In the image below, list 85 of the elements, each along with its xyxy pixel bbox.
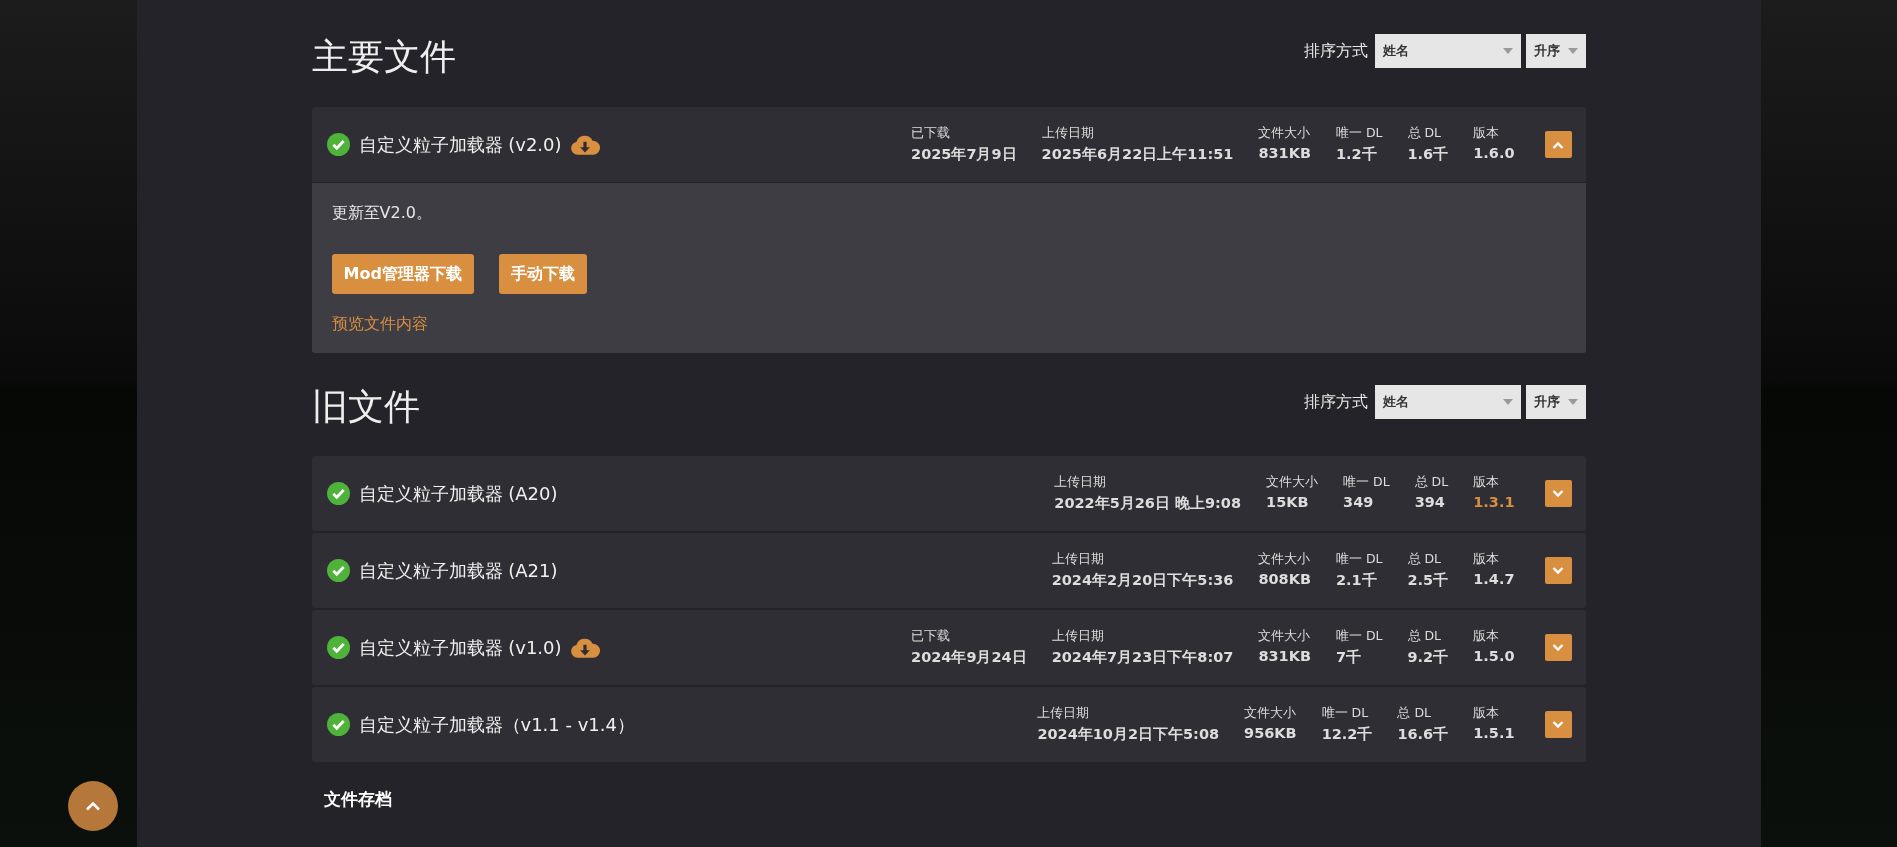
stat-value: 2024年2月20日下午5:36 (1051, 571, 1234, 590)
stat-label: 唯一 DL (1343, 474, 1390, 491)
stat-value: 2024年9月24日 (911, 648, 1027, 667)
stat-label: 上传日期 (1054, 474, 1108, 491)
stat-value: 349 (1343, 494, 1375, 510)
stat-value: 956KB (1244, 725, 1297, 741)
stat-value: 808KB (1258, 571, 1311, 587)
section-title: 旧文件 (311, 385, 420, 429)
chevron-up-icon (85, 801, 101, 811)
sort-order-dropdown[interactable]: 升序 (1525, 34, 1586, 68)
file-name: 自定义粒子加载器 (v2.0) (358, 132, 562, 157)
stat-label: 上传日期 (1041, 125, 1095, 142)
stat-label: 文件大小 (1258, 628, 1311, 645)
stat-label: 版本 (1473, 474, 1501, 491)
stat-value: 1.5.0 (1473, 648, 1515, 664)
stat-label: 总 DL (1407, 125, 1443, 142)
stat-value: 12.2千 (1321, 725, 1373, 744)
caret-icon (1502, 48, 1513, 54)
file-name: 自定义粒子加载器 (A20) (358, 481, 558, 506)
stat-label: 文件大小 (1266, 474, 1319, 491)
stat-label: 版本 (1473, 551, 1501, 568)
stat-label: 版本 (1473, 705, 1501, 722)
stat-label: 上传日期 (1051, 628, 1105, 645)
file-name: 自定义粒子加载器（v1.1 - v1.4） (358, 712, 635, 737)
stat-value: 16.6千 (1397, 725, 1449, 744)
stat-label: 文件大小 (1258, 551, 1311, 568)
stat-value: 831KB (1258, 145, 1311, 161)
preview-link[interactable]: 预览文件内容 (331, 314, 428, 335)
stat-label: 总 DL (1407, 551, 1443, 568)
stat-value: 1.2千 (1335, 145, 1378, 164)
stat-label: 总 DL (1407, 628, 1443, 645)
file-description: 更新至V2.0。 (331, 203, 433, 224)
stat-label: 版本 (1473, 125, 1501, 142)
stat-label: 已下载 (911, 628, 952, 645)
chevron-icon (1552, 720, 1564, 729)
toggle-button[interactable] (1544, 634, 1572, 661)
sort-order-dropdown[interactable]: 升序 (1525, 385, 1586, 419)
stat-label: 唯一 DL (1335, 628, 1383, 645)
stat-label: 文件大小 (1258, 125, 1311, 142)
caret-icon (1567, 48, 1578, 54)
stat-label: 上传日期 (1051, 551, 1105, 568)
stat-value: 7千 (1335, 648, 1363, 667)
stat-value: 15KB (1266, 494, 1310, 510)
stat-value: 1.6.0 (1473, 145, 1515, 161)
chevron-icon (1552, 489, 1564, 498)
toggle-button[interactable] (1544, 131, 1572, 158)
caret-icon (1502, 399, 1513, 405)
stat-value: 2024年10月2日下午5:08 (1037, 725, 1220, 744)
stat-label: 文件大小 (1244, 705, 1297, 722)
stat-label: 唯一 DL (1335, 125, 1383, 142)
stat-label: 总 DL (1397, 705, 1432, 722)
toggle-button[interactable] (1544, 480, 1572, 507)
stat-value: 831KB (1258, 648, 1311, 664)
stat-label: 总 DL (1414, 474, 1449, 491)
archive-title: 文件存档 (323, 788, 393, 811)
section-title: 主要文件 (311, 35, 456, 79)
stat-value: 2.1千 (1335, 571, 1378, 590)
stat-value: 2024年7月23日下午8:07 (1051, 648, 1234, 667)
chevron-icon (1552, 643, 1564, 652)
stat-label: 已下载 (911, 125, 952, 142)
caret-icon (1567, 399, 1578, 405)
stat-value: 1.6千 (1407, 145, 1449, 164)
stat-value: 1.5.1 (1473, 725, 1515, 741)
stat-value: 394 (1414, 494, 1446, 510)
stat-value: 1.3.1 (1473, 494, 1515, 510)
stat-value: 2022年5月26日 晚上9:08 (1054, 494, 1242, 513)
stat-value: 2025年6月22日上午11:51 (1041, 145, 1234, 164)
chevron-icon (1552, 140, 1564, 149)
stat-value: 9.2千 (1407, 648, 1449, 667)
stat-label: 版本 (1473, 628, 1501, 645)
sort-label: 排序方式 (1303, 391, 1368, 413)
stat-value: 1.4.7 (1473, 571, 1515, 587)
sort-by-dropdown[interactable]: 姓名 (1374, 34, 1521, 68)
file-name: 自定义粒子加载器 (v1.0) (358, 635, 562, 660)
toggle-button[interactable] (1544, 557, 1572, 584)
stat-label: 上传日期 (1037, 705, 1091, 722)
chevron-icon (1552, 566, 1564, 575)
sort-by-dropdown[interactable]: 姓名 (1374, 385, 1521, 419)
file-name: 自定义粒子加载器 (A21) (358, 558, 558, 583)
toggle-button[interactable] (1544, 711, 1572, 738)
sort-label: 排序方式 (1303, 40, 1368, 62)
stat-label: 唯一 DL (1335, 551, 1383, 568)
stat-value: 2025年7月9日 (911, 145, 1017, 164)
stat-label: 唯一 DL (1321, 705, 1370, 722)
stat-value: 2.5千 (1407, 571, 1449, 590)
